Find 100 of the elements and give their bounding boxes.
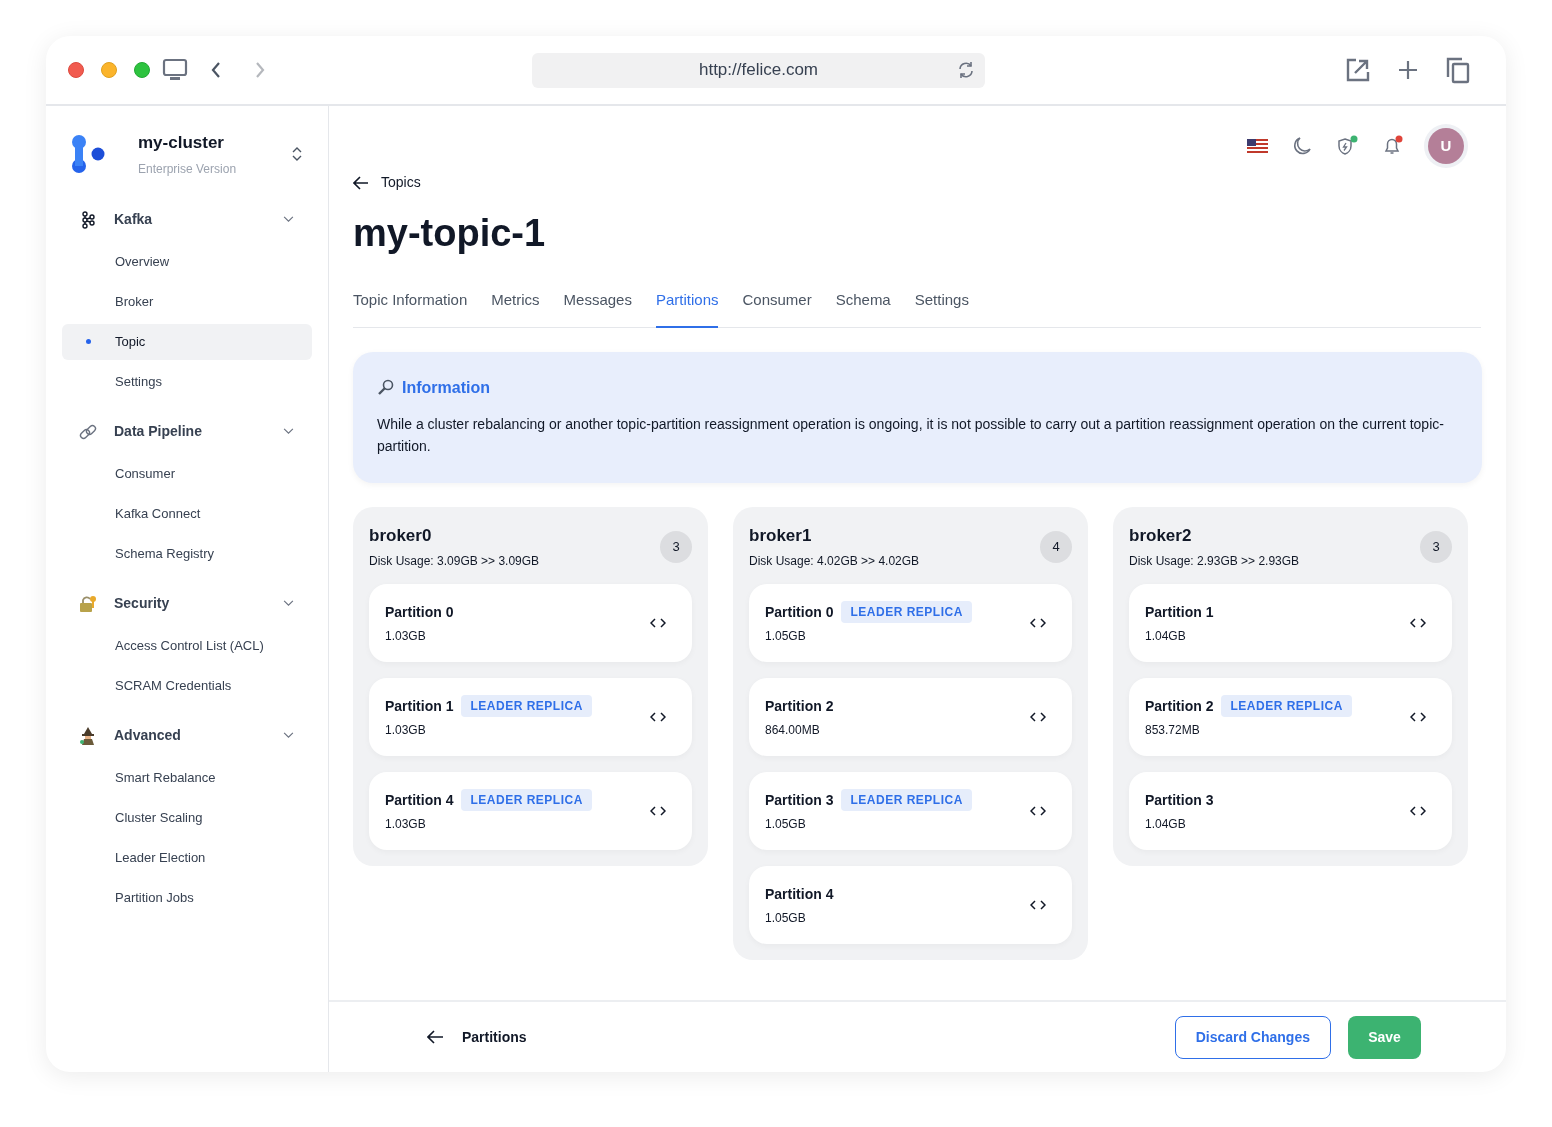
partition-card[interactable]: Partition 3 LEADER REPLICA 1.05GB <box>749 772 1072 850</box>
drag-handle-icon[interactable] <box>1030 806 1046 816</box>
disk-usage: Disk Usage: 4.02GB >> 4.02GB <box>749 553 920 570</box>
nav-item[interactable]: Topic <box>62 323 312 360</box>
back-arrow-icon[interactable] <box>427 1030 444 1044</box>
reload-icon[interactable] <box>957 61 975 79</box>
nav-group-label[interactable]: Advanced <box>114 725 181 746</box>
partition-count: 3 <box>1420 530 1452 563</box>
broker-name: broker0 <box>369 524 433 547</box>
leader-replica-badge: LEADER REPLICA <box>841 789 972 811</box>
partition-name: Partition 3 <box>765 790 834 810</box>
nav-group-label[interactable]: Security <box>114 593 170 614</box>
drag-handle-icon[interactable] <box>1410 618 1426 628</box>
drag-handle-icon[interactable] <box>650 712 666 722</box>
partition-name: Partition 2 <box>765 696 834 716</box>
discard-changes-button[interactable]: Discard Changes <box>1174 1015 1331 1059</box>
partition-size: 1.04GB <box>1145 628 1187 645</box>
partition-card[interactable]: Partition 0 LEADER REPLICA 1.05GB <box>749 584 1072 662</box>
nav-group-label[interactable]: Data Pipeline <box>114 421 202 442</box>
info-text: While a cluster rebalancing or another topic-partition reassignment operation is ongoing, it is not possible to carry out a partition reassignment operation on the current topic-partition. <box>377 414 1445 456</box>
chevron-down-icon[interactable] <box>283 216 294 223</box>
wizard-figure-icon <box>79 726 97 745</box>
monitor-icon[interactable] <box>162 58 188 82</box>
partition-size: 853.72MB <box>1145 722 1201 739</box>
leader-replica-badge: LEADER REPLICA <box>461 695 592 717</box>
partition-card[interactable]: Partition 0 1.03GB <box>369 584 692 662</box>
partition-size: 1.04GB <box>1145 816 1187 833</box>
partition-card[interactable]: Partition 4 LEADER REPLICA 1.03GB <box>369 772 692 850</box>
back-arrow-icon[interactable] <box>353 175 369 190</box>
partition-card[interactable]: Partition 3 1.04GB <box>1129 772 1452 850</box>
footer-section-label: Partitions <box>462 1027 527 1047</box>
nav-item[interactable]: Access Control List (ACL) <box>62 627 312 664</box>
partition-card[interactable]: Partition 2 LEADER REPLICA 853.72MB <box>1129 678 1452 756</box>
cluster-name: my-cluster <box>138 132 225 154</box>
partition-name: Partition 0 <box>765 602 834 622</box>
partition-size: 1.05GB <box>765 816 807 833</box>
partition-card[interactable]: Partition 1 1.04GB <box>1129 584 1452 662</box>
partition-name: Partition 4 <box>385 790 454 810</box>
plus-icon[interactable] <box>1398 60 1418 80</box>
partition-size: 1.03GB <box>385 816 427 833</box>
tab[interactable]: Schema <box>835 289 891 328</box>
chain-link-icon <box>79 422 97 441</box>
partition-name: Partition 4 <box>765 884 834 904</box>
nav-item[interactable]: Settings <box>62 363 312 400</box>
chevron-down-icon[interactable] <box>283 732 294 739</box>
back-icon[interactable] <box>210 61 222 79</box>
chevron-down-icon[interactable] <box>283 428 294 435</box>
nav-item[interactable]: SCRAM Credentials <box>62 667 312 704</box>
tab[interactable]: Partitions <box>655 289 719 328</box>
partition-size: 1.05GB <box>765 628 807 645</box>
tab[interactable]: Settings <box>914 289 969 328</box>
leader-replica-badge: LEADER REPLICA <box>1221 695 1352 717</box>
drag-handle-icon[interactable] <box>1410 712 1426 722</box>
drag-handle-icon[interactable] <box>650 806 666 816</box>
page-title: my-topic-1 <box>353 211 547 255</box>
nav-item[interactable]: Schema Registry <box>62 535 312 572</box>
partition-name: Partition 1 <box>1145 602 1214 622</box>
partition-card[interactable]: Partition 4 1.05GB <box>749 866 1072 944</box>
disk-usage: Disk Usage: 3.09GB >> 3.09GB <box>369 553 540 570</box>
nav-item[interactable]: Partition Jobs <box>62 879 312 916</box>
tab[interactable]: Messages <box>563 289 632 328</box>
bell-icon[interactable] <box>1382 135 1404 157</box>
address-bar[interactable]: http://felice.com <box>532 52 985 88</box>
padlock-key-icon <box>79 594 97 613</box>
moon-icon[interactable] <box>1292 136 1312 156</box>
nav-item[interactable]: Consumer <box>62 455 312 492</box>
partition-name: Partition 3 <box>1145 790 1214 810</box>
partition-name: Partition 1 <box>385 696 454 716</box>
breadcrumb-link[interactable]: Topics <box>381 172 421 193</box>
us-flag-icon[interactable] <box>1247 139 1268 153</box>
info-title: Information <box>402 377 490 398</box>
shield-icon[interactable] <box>1336 135 1358 157</box>
partition-card[interactable]: Partition 2 864.00MB <box>749 678 1072 756</box>
partition-card[interactable]: Partition 1 LEADER REPLICA 1.03GB <box>369 678 692 756</box>
nav-item[interactable]: Broker <box>62 283 312 320</box>
drag-handle-icon[interactable] <box>1030 900 1046 910</box>
cluster-edition: Enterprise Version <box>138 160 237 178</box>
leader-replica-badge: LEADER REPLICA <box>461 789 592 811</box>
open-external-icon[interactable] <box>1346 58 1370 82</box>
nav-item[interactable]: Overview <box>62 243 312 280</box>
tab[interactable]: Consumer <box>742 289 812 328</box>
nav-group-label[interactable]: Kafka <box>114 209 153 230</box>
nav-item[interactable]: Smart Rebalance <box>62 759 312 796</box>
nav-item[interactable]: Cluster Scaling <box>62 799 312 836</box>
partition-size: 1.05GB <box>765 910 807 927</box>
partition-count: 4 <box>1040 530 1072 563</box>
nav-item[interactable]: Kafka Connect <box>62 495 312 532</box>
nav-item[interactable]: Leader Election <box>62 839 312 876</box>
magnifier-icon <box>377 379 394 396</box>
copy-icon[interactable] <box>1446 56 1470 84</box>
drag-handle-icon[interactable] <box>1030 712 1046 722</box>
chevron-down-icon[interactable] <box>283 600 294 607</box>
tab[interactable]: Metrics <box>491 289 540 328</box>
chevron-up-down-icon[interactable] <box>292 146 302 161</box>
tab[interactable]: Topic Information <box>353 289 468 328</box>
drag-handle-icon[interactable] <box>1030 618 1046 628</box>
drag-handle-icon[interactable] <box>650 618 666 628</box>
drag-handle-icon[interactable] <box>1410 806 1426 816</box>
partition-size: 864.00MB <box>765 722 821 739</box>
partition-name: Partition 0 <box>385 602 454 622</box>
